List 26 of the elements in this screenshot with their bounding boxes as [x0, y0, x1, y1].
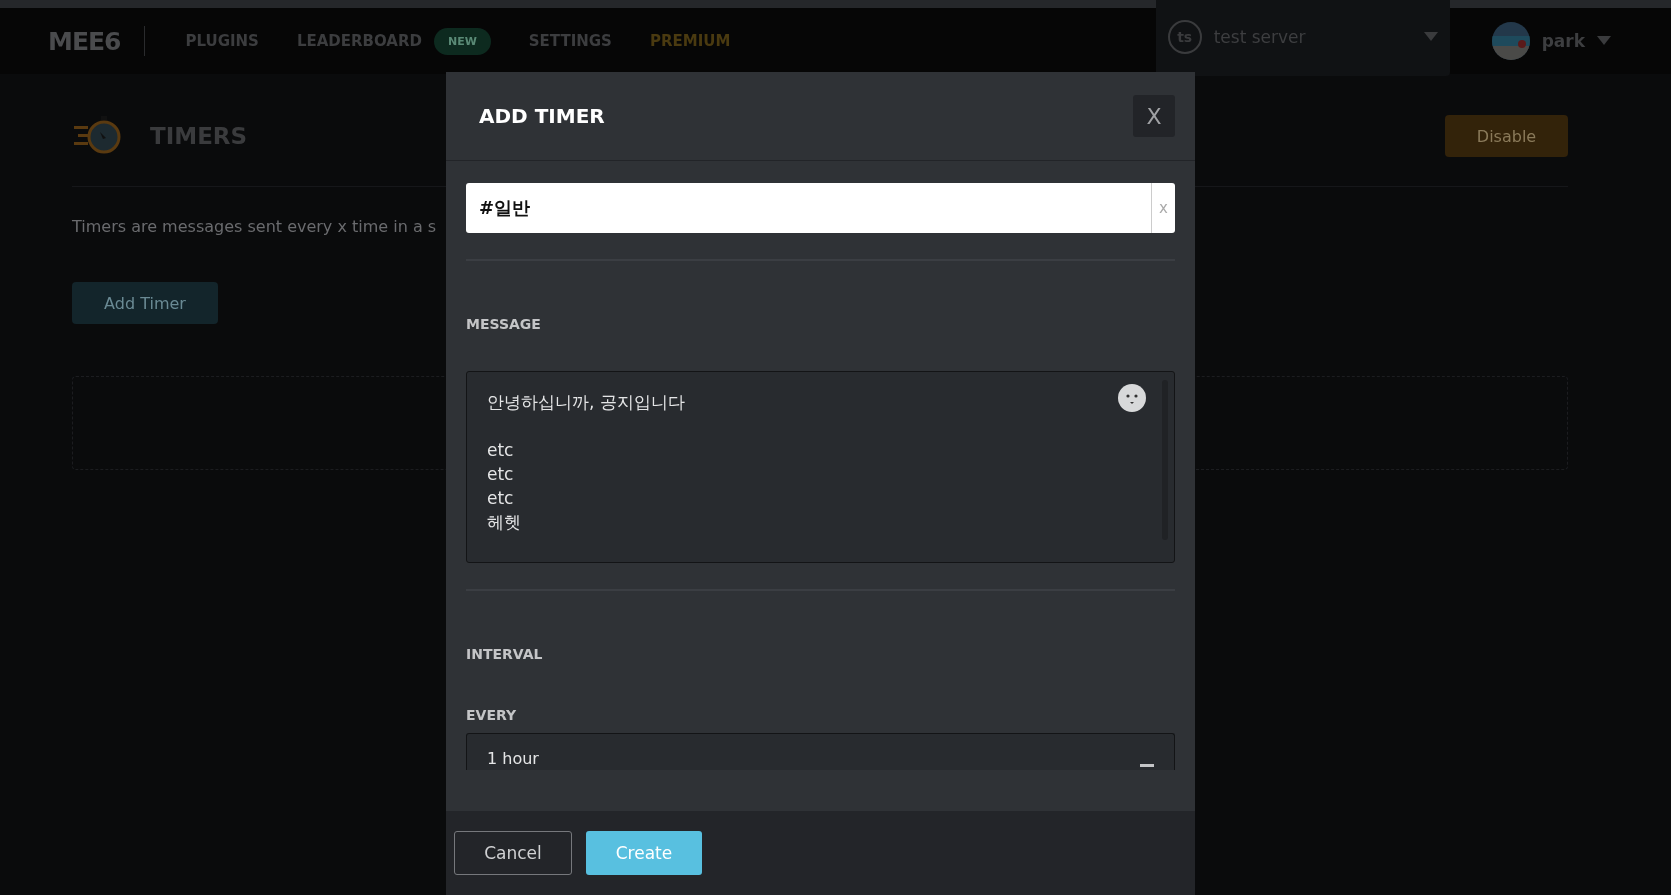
message-text: 안녕하십니까, 공지입니다 etc etc etc 헤헷	[487, 391, 686, 534]
close-button[interactable]: X	[1133, 95, 1175, 137]
interval-select[interactable]: 1 hour	[466, 733, 1175, 770]
emoji-icon[interactable]	[1118, 384, 1146, 412]
logo[interactable]: MEE6	[48, 26, 121, 56]
cancel-button[interactable]: Cancel	[454, 831, 572, 875]
create-button[interactable]: Create	[586, 831, 702, 875]
channel-value: #일반	[478, 196, 532, 220]
add-timer-button[interactable]: Add Timer	[72, 282, 218, 324]
dialog-title: ADD TIMER	[479, 104, 605, 128]
nav-link[interactable]: SETTINGS	[528, 32, 612, 50]
field-label: EVERY	[466, 707, 518, 723]
nav-link[interactable]: LEADERBOARD	[296, 32, 422, 50]
description: Timers are messages sent every x time in a s	[72, 217, 438, 236]
interval-value: 1 hour	[487, 749, 539, 768]
user-name[interactable]: park	[1541, 31, 1585, 51]
disable-button[interactable]: Disable	[1445, 115, 1568, 157]
message-field[interactable]: 안녕하십니까, 공지입니다 etc etc etc 헤헷	[466, 371, 1175, 563]
new-badge: NEW	[433, 27, 491, 55]
section-label: INTERVAL	[466, 646, 544, 662]
nav-link[interactable]: PLUGINS	[185, 32, 259, 50]
channel-field[interactable]: #일반 x	[466, 183, 1175, 233]
clear-button[interactable]: x	[1151, 183, 1175, 233]
nav-link[interactable]: PREMIUM	[649, 32, 731, 50]
stopwatch-icon	[72, 116, 122, 156]
section-label: MESSAGE	[466, 316, 542, 332]
